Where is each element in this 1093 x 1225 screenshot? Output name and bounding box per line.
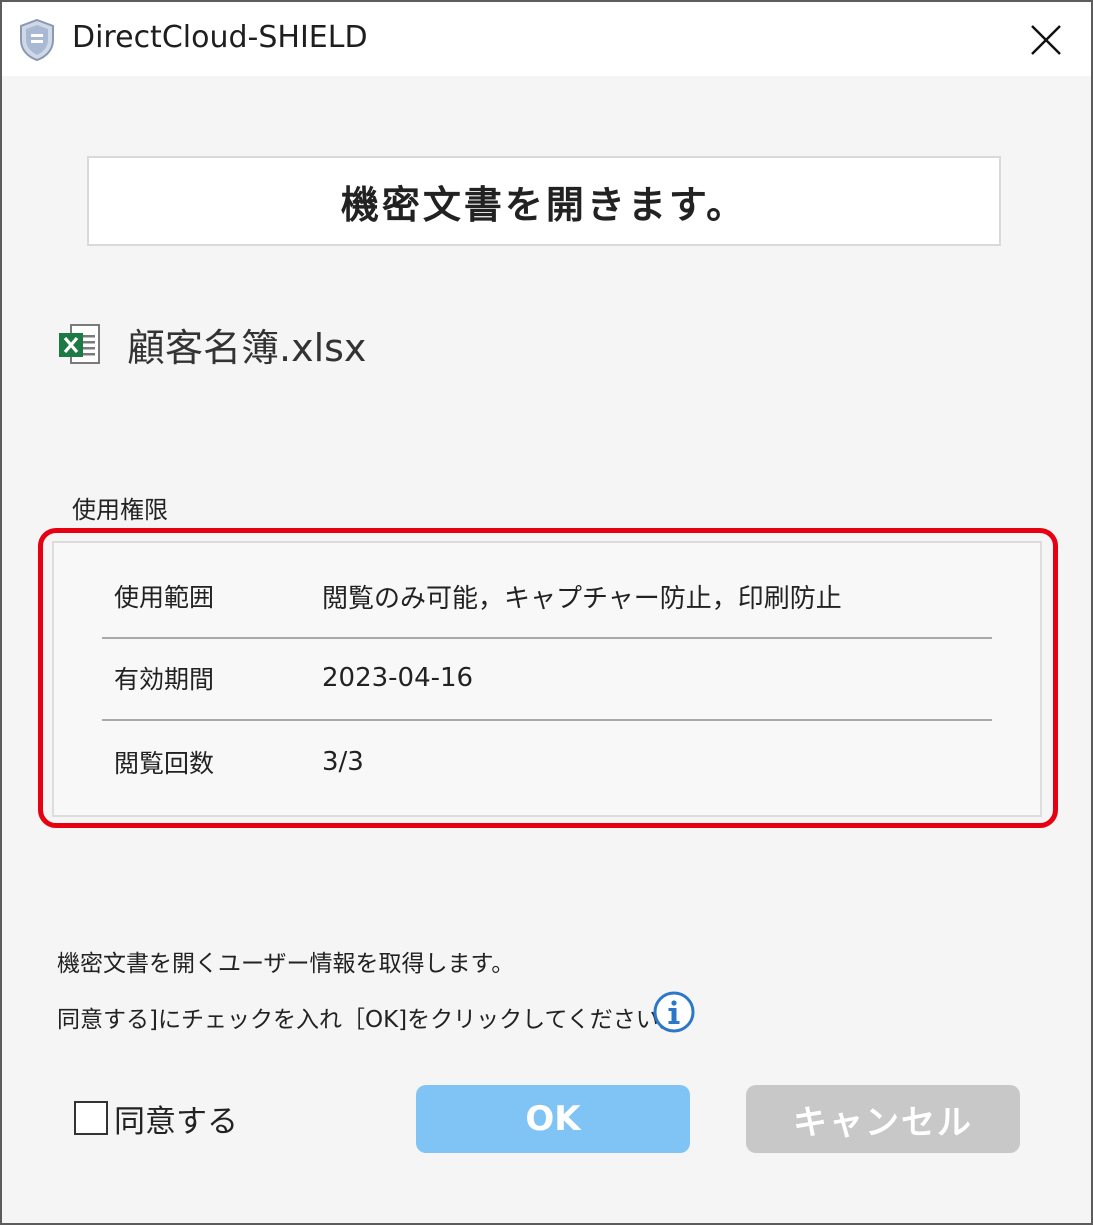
- file-info: 顧客名簿.xlsx: [57, 316, 366, 372]
- permissions-title: 使用権限: [72, 496, 168, 524]
- window-title: DirectCloud-SHIELD: [72, 20, 368, 55]
- info-icon[interactable]: [652, 990, 696, 1034]
- notice-line-1: 機密文書を開くユーザー情報を取得します。: [57, 951, 515, 977]
- ok-button[interactable]: OK: [416, 1085, 690, 1153]
- shield-icon: [20, 18, 54, 62]
- agree-label: 同意する: [114, 1103, 238, 1140]
- dialog-window: DirectCloud-SHIELD 機密文書を開きます。 顧客名簿.xlsx …: [0, 0, 1093, 1225]
- agree-checkbox-row[interactable]: 同意する: [74, 1096, 238, 1140]
- agree-checkbox[interactable]: [74, 1101, 108, 1135]
- excel-file-icon: [59, 324, 100, 364]
- file-name: 顧客名簿.xlsx: [127, 325, 367, 370]
- headline-text: 機密文書を開きます。: [340, 182, 748, 227]
- headline-box: 機密文書を開きます。: [87, 156, 1001, 246]
- close-button[interactable]: [1014, 12, 1078, 68]
- title-bar: DirectCloud-SHIELD: [2, 2, 1091, 76]
- cancel-button[interactable]: キャンセル: [746, 1085, 1020, 1153]
- close-icon: [1031, 25, 1061, 55]
- highlight-frame: [38, 528, 1058, 828]
- notice-line-2: 同意する]にチェックを入れ［OK]をクリックしてください。: [57, 1007, 682, 1033]
